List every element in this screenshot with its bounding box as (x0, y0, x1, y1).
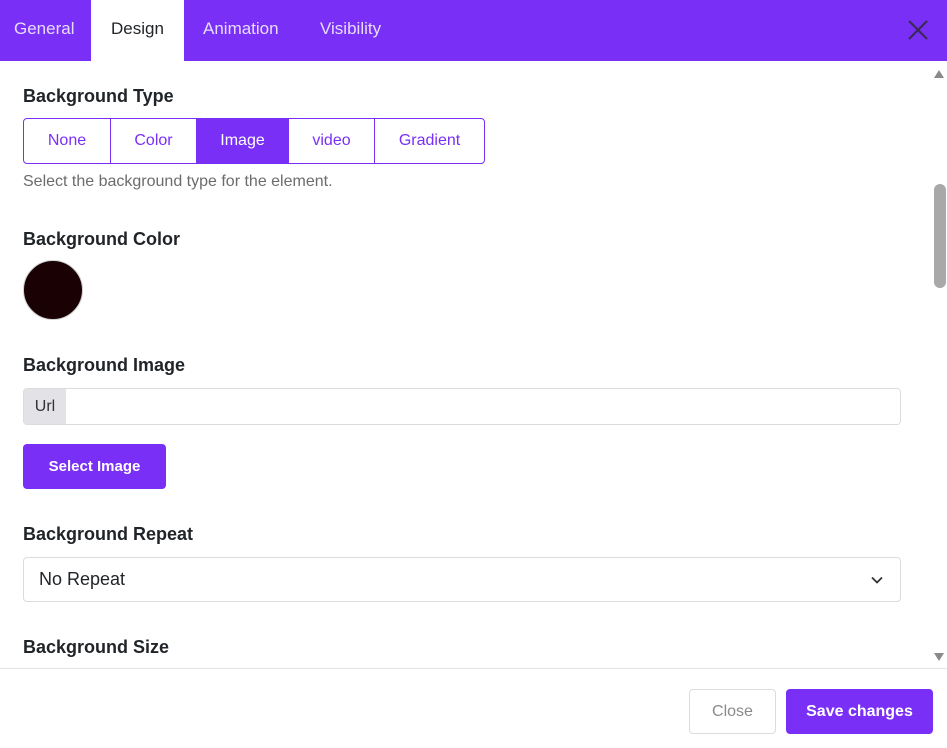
scrollbar[interactable] (931, 61, 947, 668)
tab-animation[interactable]: Animation (203, 0, 303, 61)
background-size-title: Background Size (23, 637, 170, 657)
close-button[interactable]: Close (689, 689, 776, 734)
url-input[interactable] (66, 389, 900, 424)
tab-visibility[interactable]: Visibility (320, 0, 410, 61)
modal-content: Background Type None Color Image video G… (0, 61, 931, 668)
background-color-title: Background Color (23, 229, 181, 249)
background-type-selector: None Color Image video Gradient (23, 118, 485, 164)
bg-type-video[interactable]: video (289, 119, 375, 163)
bg-type-none[interactable]: None (24, 119, 111, 163)
background-image-title: Background Image (23, 355, 186, 375)
tab-design[interactable]: Design (91, 0, 184, 61)
save-changes-button[interactable]: Save changes (786, 689, 933, 734)
tab-general[interactable]: General (0, 0, 90, 61)
chevron-down-icon (871, 576, 883, 584)
background-type-title: Background Type (23, 86, 174, 106)
bg-type-color[interactable]: Color (111, 119, 197, 163)
tab-bar: General Design Animation Visibility (0, 0, 947, 61)
url-addon: Url (24, 389, 66, 424)
background-type-help: Select the background type for the eleme… (23, 173, 333, 190)
close-icon[interactable] (906, 18, 930, 42)
background-repeat-value: No Repeat (39, 569, 126, 589)
modal-footer: Close Save changes (0, 668, 947, 748)
bg-type-gradient[interactable]: Gradient (375, 119, 484, 163)
scroll-down-arrow-icon[interactable] (933, 652, 945, 662)
background-color-swatch[interactable] (23, 260, 83, 320)
background-repeat-title: Background Repeat (23, 524, 194, 544)
url-input-group: Url (23, 388, 901, 425)
bg-type-image[interactable]: Image (197, 119, 289, 163)
scrollbar-thumb[interactable] (934, 184, 946, 288)
scroll-up-arrow-icon[interactable] (933, 69, 945, 79)
select-image-button[interactable]: Select Image (23, 444, 166, 489)
background-repeat-select[interactable]: No Repeat (23, 557, 901, 602)
